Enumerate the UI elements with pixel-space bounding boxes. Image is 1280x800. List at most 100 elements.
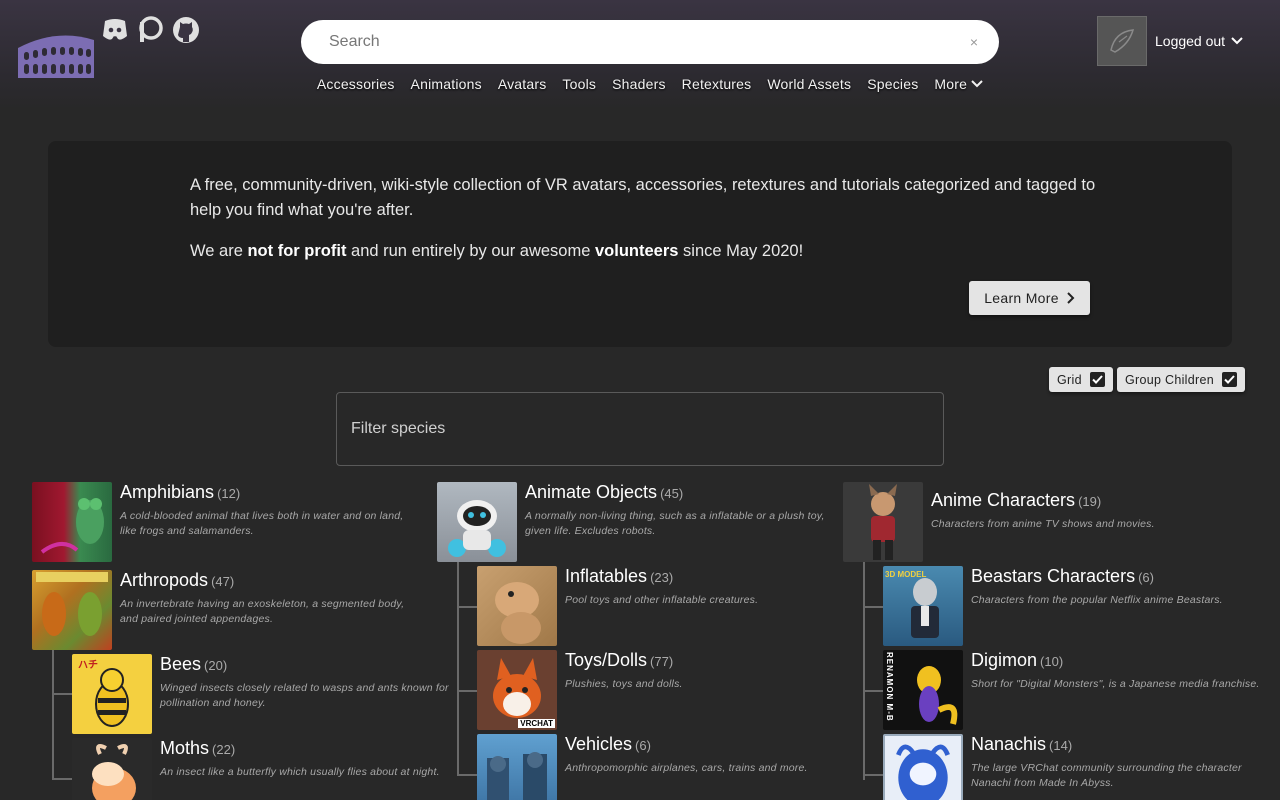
- nav-animations[interactable]: Animations: [411, 76, 482, 92]
- nav-retextures[interactable]: Retextures: [682, 76, 752, 92]
- species-arthropods[interactable]: Arthropods (47) An invertebrate having an…: [32, 570, 420, 650]
- species-count: (23): [650, 570, 674, 585]
- nav-tools[interactable]: Tools: [562, 76, 596, 92]
- species-thumbnail: VRCHAT: [477, 650, 557, 730]
- species-thumbnail: [883, 734, 963, 800]
- species-count: (12): [217, 486, 241, 501]
- nav-world-assets[interactable]: World Assets: [767, 76, 851, 92]
- species-description: The large VRChat community surrounding t…: [971, 762, 1242, 789]
- group-children-toggle[interactable]: Group Children: [1117, 367, 1245, 392]
- account-menu[interactable]: Logged out: [1155, 33, 1243, 49]
- species-name: Amphibians: [120, 482, 215, 502]
- chevron-right-icon: [1067, 292, 1075, 304]
- species-toys-dolls[interactable]: VRCHAT Toys/Dolls (77) Plushies, toys and…: [477, 650, 865, 730]
- species-count: (6): [635, 738, 651, 753]
- species-count: (47): [211, 574, 235, 589]
- species-nanachis[interactable]: Nanachis (14) The large VRChat community …: [883, 734, 1271, 800]
- species-count: (77): [650, 654, 674, 669]
- nav-avatars[interactable]: Avatars: [498, 76, 547, 92]
- nav-accessories[interactable]: Accessories: [317, 76, 395, 92]
- checkbox-checked-icon[interactable]: [1221, 372, 1237, 387]
- nav-more-label: More: [934, 76, 968, 92]
- clear-search-icon[interactable]: ×: [965, 34, 983, 50]
- species-name: Anime Characters: [931, 490, 1076, 510]
- species-thumbnail: ハチ: [72, 654, 152, 734]
- species-animate-objects[interactable]: Animate Objects (45) A normally non-livin…: [437, 482, 825, 562]
- species-name: Inflatables: [565, 566, 648, 586]
- search-bar[interactable]: ×: [301, 20, 999, 64]
- species-moths[interactable]: Moths (22) An insect like a butterfly whi…: [72, 738, 460, 800]
- species-bees[interactable]: ハチ Bees (20) Winged insects closely relat…: [72, 654, 460, 734]
- tree-branch: [52, 693, 72, 695]
- species-description: Pool toys and other inflatable creatures…: [565, 594, 759, 606]
- svg-text:ハチ: ハチ: [78, 659, 98, 671]
- species-description: An insect like a butterfly which usually…: [160, 766, 440, 778]
- discord-icon[interactable]: [101, 16, 129, 44]
- vrchat-badge: VRCHAT: [518, 719, 555, 728]
- species-description: Plushies, toys and dolls.: [565, 678, 683, 690]
- species-name: Bees: [160, 654, 202, 674]
- species-name: Digimon: [971, 650, 1038, 670]
- species-description: Winged insects closely related to wasps …: [160, 682, 449, 709]
- species-anime-characters[interactable]: Anime Characters (19) Characters from ani…: [843, 482, 1231, 562]
- species-name: Animate Objects: [525, 482, 658, 502]
- renamon-badge: RENAMON M-B: [885, 652, 894, 722]
- 3d-model-badge: 3D MODEL: [885, 570, 927, 579]
- species-count: (6): [1138, 570, 1154, 585]
- colosseum-logo-icon[interactable]: [16, 26, 96, 80]
- species-thumbnail: [32, 482, 112, 562]
- species-digimon[interactable]: RENAMON M-B Digimon (10) Short for "Digit…: [883, 650, 1271, 730]
- species-count: (45): [660, 486, 684, 501]
- nav-more[interactable]: More: [934, 76, 983, 92]
- grid-toggle[interactable]: Grid: [1049, 367, 1113, 392]
- tree-branch: [863, 606, 883, 608]
- species-count: (14): [1049, 738, 1073, 753]
- species-beastars-characters[interactable]: 3D MODEL Beastars Characters (6) Characte…: [883, 566, 1271, 646]
- tree-connector: [52, 650, 54, 780]
- species-count: (22): [212, 742, 236, 757]
- species-thumbnail: [477, 734, 557, 800]
- avatar-placeholder-icon: [1110, 29, 1135, 53]
- top-bar: × Accessories Animations Avatars Tools S…: [0, 0, 1280, 110]
- intro-banner: A free, community-driven, wiki-style col…: [48, 141, 1232, 347]
- not-for-profit-text: We are not for profit and run entirely b…: [190, 242, 804, 260]
- species-thumbnail: [477, 566, 557, 646]
- species-name: Moths: [160, 738, 210, 758]
- species-name: Nanachis: [971, 734, 1047, 754]
- filter-species-field[interactable]: [336, 392, 944, 466]
- species-inflatables[interactable]: Inflatables (23) Pool toys and other infl…: [477, 566, 865, 646]
- species-thumbnail: [843, 482, 923, 562]
- nav-species[interactable]: Species: [867, 76, 918, 92]
- filter-species-input[interactable]: [351, 420, 943, 438]
- user-avatar[interactable]: [1097, 16, 1147, 66]
- species-description: Characters from anime TV shows and movie…: [931, 518, 1155, 530]
- patreon-icon[interactable]: [136, 16, 164, 44]
- tree-branch: [457, 606, 477, 608]
- chevron-down-icon: [971, 80, 983, 88]
- checkbox-checked-icon[interactable]: [1089, 372, 1105, 387]
- species-description: Anthropomorphic airplanes, cars, trains …: [565, 762, 808, 774]
- tree-branch: [863, 774, 883, 776]
- species-description: Characters from the popular Netflix anim…: [971, 594, 1223, 606]
- search-input[interactable]: [329, 33, 965, 51]
- species-description: An invertebrate having an exoskeleton, a…: [120, 598, 405, 625]
- tree-branch: [457, 690, 477, 692]
- species-name: Arthropods: [120, 570, 209, 590]
- species-vehicles[interactable]: Vehicles (6) Anthropomorphic airplanes, c…: [477, 734, 865, 800]
- species-count: (10): [1040, 654, 1064, 669]
- species-thumbnail: 3D MODEL: [883, 566, 963, 646]
- tree-branch: [52, 778, 72, 780]
- species-name: Toys/Dolls: [565, 650, 648, 670]
- tree-branch: [863, 690, 883, 692]
- learn-more-label: Learn More: [984, 290, 1059, 306]
- species-count: (19): [1078, 494, 1102, 509]
- species-thumbnail: RENAMON M-B: [883, 650, 963, 730]
- learn-more-button[interactable]: Learn More: [969, 281, 1090, 315]
- nav-shaders[interactable]: Shaders: [612, 76, 666, 92]
- species-amphibians[interactable]: Amphibians (12) A cold-blooded animal tha…: [32, 482, 420, 562]
- species-description: A normally non-living thing, such as a i…: [525, 510, 825, 537]
- group-children-label: Group Children: [1125, 372, 1214, 387]
- species-count: (20): [204, 658, 228, 673]
- github-icon[interactable]: [172, 16, 200, 44]
- tree-branch: [457, 774, 477, 776]
